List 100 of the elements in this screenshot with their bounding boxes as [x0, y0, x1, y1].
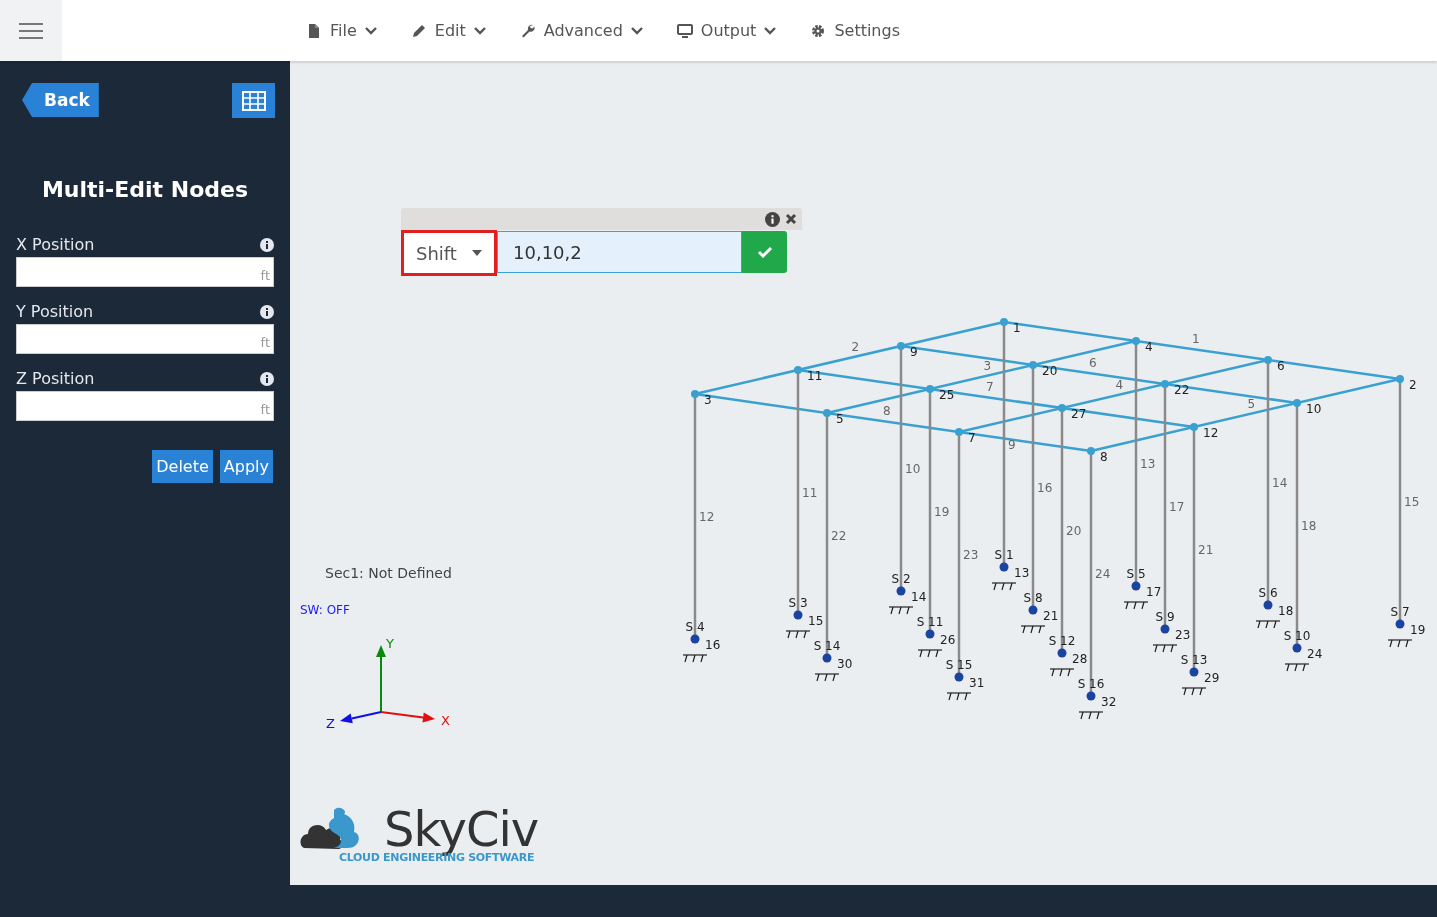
settings-icon [810, 22, 827, 39]
node-dot[interactable] [1028, 605, 1038, 615]
member-label: 7 [986, 379, 994, 394]
chevron-icon [630, 26, 643, 35]
node-dot[interactable] [1000, 318, 1008, 326]
member-label: 5 [1247, 397, 1256, 411]
node-dot[interactable] [1087, 447, 1095, 455]
node-label: 27 [1071, 407, 1087, 421]
node-dot[interactable] [1292, 643, 1302, 653]
node-dot[interactable] [691, 390, 699, 398]
support-label: S 14 [813, 639, 841, 653]
node-label: 32 [1101, 695, 1117, 709]
node-label: 18 [1278, 604, 1294, 618]
table-button[interactable] [232, 83, 275, 118]
node-dot[interactable] [823, 409, 831, 417]
node-dot[interactable] [897, 342, 905, 350]
node-dot[interactable] [1395, 619, 1405, 629]
fixed-support-icon [1181, 687, 1207, 696]
node-dot[interactable] [896, 586, 906, 596]
menu-item[interactable]: Edit [410, 21, 486, 40]
menu-item[interactable]: File [306, 21, 377, 40]
chevron-icon [764, 26, 777, 35]
member-label: 20 [1066, 523, 1082, 538]
panel-title: Multi-Edit Nodes [40, 177, 250, 202]
menu-item[interactable]: Settings [810, 21, 900, 40]
field-label: Z Position [16, 369, 95, 388]
action-button[interactable]: Apply [219, 450, 273, 483]
support-label: S 12 [1048, 634, 1076, 648]
member-label: 14 [1272, 475, 1288, 490]
support-label: S 16 [1077, 677, 1105, 691]
menu-item[interactable]: Output [676, 21, 777, 40]
support-label: S 4 [685, 620, 705, 634]
node-dot[interactable] [1190, 423, 1198, 431]
node-label: 23 [1175, 628, 1191, 642]
field-label: Y Position [16, 302, 94, 321]
close-icon[interactable] [785, 213, 797, 225]
node-dot[interactable] [926, 385, 934, 393]
unit-label: ft [260, 402, 271, 419]
value-field[interactable]: 10,10,2 [497, 231, 742, 273]
node-dot[interactable] [822, 653, 832, 663]
node-dot[interactable] [794, 366, 802, 374]
support-label: S 7 [1390, 605, 1410, 619]
member-label: 3 [983, 359, 992, 373]
member-label: 9 [1008, 437, 1016, 452]
node-dot[interactable] [1293, 399, 1301, 407]
node-dot[interactable] [925, 629, 935, 639]
fixed-support-icon [917, 649, 943, 658]
node-label: 3 [704, 393, 712, 407]
node-dot[interactable] [1057, 648, 1067, 658]
node-label: 16 [705, 638, 721, 652]
info-icon[interactable] [260, 304, 274, 319]
info-icon[interactable] [260, 371, 274, 386]
node-dot[interactable] [1263, 600, 1273, 610]
node-dot[interactable] [1086, 691, 1096, 701]
node-dot[interactable] [1131, 581, 1141, 591]
back-button[interactable]: Back [22, 83, 99, 117]
info-icon[interactable] [765, 211, 780, 227]
node-dot[interactable] [1160, 624, 1170, 634]
member-label: 18 [1301, 518, 1317, 533]
node-dot[interactable] [1132, 337, 1140, 345]
member-label: 12 [699, 509, 715, 524]
action-button[interactable]: Delete [152, 450, 213, 483]
node-label: 29 [1204, 671, 1220, 685]
node-label: 10 [1306, 402, 1322, 416]
node-dot[interactable] [1029, 361, 1037, 369]
support-label: S 2 [891, 572, 911, 586]
node-dot[interactable] [1396, 375, 1404, 383]
fixed-support-icon [682, 654, 708, 663]
node-dot[interactable] [1058, 404, 1066, 412]
support-label: S 8 [1023, 591, 1043, 605]
node-label: 30 [837, 657, 853, 671]
node-dot[interactable] [999, 562, 1009, 572]
fixed-support-icon [946, 692, 972, 701]
member-label: 24 [1095, 566, 1111, 581]
menu-item[interactable]: Advanced [519, 21, 643, 40]
node-dot[interactable] [793, 610, 803, 620]
node-label: 28 [1072, 652, 1088, 666]
member-label: 17 [1169, 499, 1185, 514]
node-dot[interactable] [1189, 667, 1199, 677]
chevron-icon [364, 26, 377, 35]
fixed-support-icon [1020, 625, 1046, 634]
fixed-support-icon [1284, 663, 1310, 672]
section-note: Sec1: Not Defined [325, 565, 452, 581]
fixed-support-icon [814, 673, 840, 682]
node-label: 8 [1100, 450, 1108, 464]
mode-dropdown[interactable]: Shift [401, 230, 497, 276]
field-label: X Position [16, 235, 95, 254]
node-label: 20 [1042, 364, 1058, 378]
fixed-support-icon [1387, 639, 1413, 648]
node-dot[interactable] [1264, 356, 1272, 364]
member-label: 16 [1037, 480, 1053, 495]
info-icon[interactable] [260, 237, 274, 252]
node-label: 13 [1014, 566, 1030, 580]
node-dot[interactable] [1161, 380, 1169, 388]
support-label: S 11 [916, 615, 944, 629]
node-dot[interactable] [954, 672, 964, 682]
node-dot[interactable] [690, 634, 700, 644]
node-dot[interactable] [955, 428, 963, 436]
menu-button[interactable] [0, 0, 62, 61]
x-axis-arrow [380, 711, 435, 723]
